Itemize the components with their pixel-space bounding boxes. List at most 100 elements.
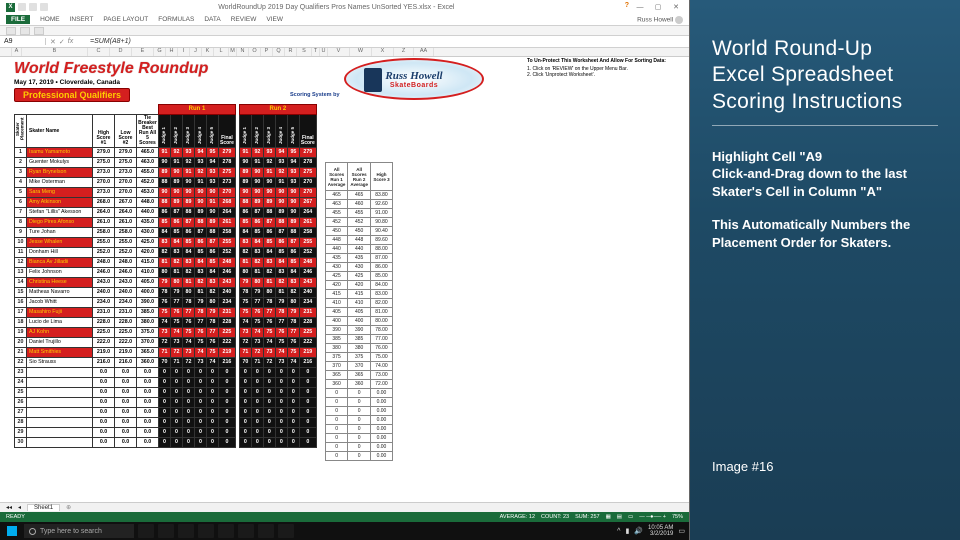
maximize-button[interactable]: ▢ (651, 2, 665, 12)
table-row[interactable]: 10Jesse Whalen255.0255.0425.083848586872… (15, 238, 317, 248)
ribbon-button[interactable] (6, 27, 16, 35)
tab-data[interactable]: DATA (204, 16, 220, 23)
tray-up-icon[interactable]: ^ (617, 528, 620, 535)
taskbar-app-icon[interactable] (178, 524, 194, 538)
table-row[interactable]: 260.00.00.0000000000000 (15, 398, 317, 408)
view-normal-icon[interactable]: ▦ (606, 514, 611, 520)
scores-table[interactable]: Run 1Run 2Skater PlacementSkater NameHig… (14, 104, 317, 448)
cancel-formula-icon[interactable]: ✕ (50, 38, 56, 46)
summary-row[interactable]: 37537575.00 (325, 353, 392, 362)
view-page-layout-icon[interactable]: ▤ (617, 514, 622, 520)
formula-input[interactable]: =SUM(A8+1) (86, 38, 689, 45)
summary-row[interactable]: 42542585.00 (325, 272, 392, 281)
summary-row[interactable]: 45545591.00 (325, 209, 392, 218)
ribbon-button[interactable] (20, 27, 30, 35)
taskbar-taskview-icon[interactable] (158, 524, 174, 538)
qat-undo-icon[interactable] (29, 3, 37, 11)
taskbar-app-icon[interactable] (198, 524, 214, 538)
table-row[interactable]: 280.00.00.0000000000000 (15, 418, 317, 428)
taskbar-cortana-icon[interactable] (138, 524, 154, 538)
summary-row[interactable]: 39039078.00 (325, 326, 392, 335)
table-row[interactable]: 17Masahiro Fujii231.0231.0385.0757677787… (15, 308, 317, 318)
tab-nav-prev-icon[interactable]: ◂ (18, 504, 21, 511)
summary-row[interactable]: 40540581.00 (325, 308, 392, 317)
summary-row[interactable]: 46346092.60 (325, 200, 392, 209)
table-row[interactable]: 21Matt Smithies219.0219.0365.07172737475… (15, 348, 317, 358)
worksheet-grid[interactable]: AB CDE GHIJKL M NOPQRS TU VWX ZAA World … (0, 48, 689, 502)
column-headers[interactable]: AB CDE GHIJKL M NOPQRS TU VWX ZAA (0, 48, 689, 57)
summary-row[interactable]: 000.00 (325, 425, 392, 434)
help-icon[interactable]: ? (625, 2, 629, 12)
summary-row[interactable]: 36536573.00 (325, 371, 392, 380)
tab-page-layout[interactable]: PAGE LAYOUT (103, 16, 148, 23)
tab-view[interactable]: VIEW (266, 16, 283, 23)
table-row[interactable]: 300.00.00.0000000000000 (15, 438, 317, 448)
summary-row[interactable]: 44044088.00 (325, 245, 392, 254)
zoom-slider[interactable]: — ─●── + (639, 514, 666, 520)
ribbon-button[interactable] (34, 27, 44, 35)
signed-in-user[interactable]: Russ Howell (637, 16, 683, 24)
tray-notifications-icon[interactable]: ▭ (678, 527, 685, 535)
summary-row[interactable]: 000.00 (325, 416, 392, 425)
table-row[interactable]: 8Diego Pires Afonso261.0261.0435.0858687… (15, 218, 317, 228)
fx-icon[interactable]: fx (68, 38, 73, 46)
table-row[interactable]: 22Sio Strauss216.0216.0360.0707172737421… (15, 358, 317, 368)
summary-row[interactable]: 000.00 (325, 452, 392, 461)
qat-redo-icon[interactable] (40, 3, 48, 11)
tab-formulas[interactable]: FORMULAS (158, 16, 194, 23)
taskbar-search[interactable]: Type here to search (24, 524, 134, 538)
summary-table[interactable]: All Scores Run 1 AverageAll Scores Run 2… (325, 162, 393, 461)
tray-clock[interactable]: 10:05 AM 3/2/2019 (648, 525, 673, 537)
tab-nav-first-icon[interactable]: ◂◂ (6, 504, 12, 511)
table-row[interactable]: 19AJ Kohn225.0225.0375.07374757677225737… (15, 328, 317, 338)
table-row[interactable]: 14Christina Heese243.0243.0405.079808182… (15, 278, 317, 288)
summary-row[interactable]: 40040080.00 (325, 317, 392, 326)
sheet-tab-1[interactable]: Sheet1 (27, 504, 60, 511)
summary-row[interactable]: 000.00 (325, 434, 392, 443)
table-row[interactable]: 13Felix Johnson246.0246.0410.08081828384… (15, 268, 317, 278)
qat-save-icon[interactable] (18, 3, 26, 11)
summary-row[interactable]: 44844889.60 (325, 236, 392, 245)
table-row[interactable]: 250.00.00.0000000000000 (15, 388, 317, 398)
tab-review[interactable]: REVIEW (231, 16, 257, 23)
zoom-level[interactable]: 75% (672, 514, 683, 520)
summary-row[interactable]: 46546583.80 (325, 191, 392, 200)
summary-row[interactable]: 42042084.00 (325, 281, 392, 290)
tab-file[interactable]: FILE (6, 15, 30, 24)
summary-row[interactable]: 45245290.80 (325, 218, 392, 227)
table-row[interactable]: 15Matheas Navarro240.0240.0400.078798081… (15, 288, 317, 298)
table-row[interactable]: 6Amy Atkinson268.0267.0448.0888989909126… (15, 198, 317, 208)
start-button[interactable] (4, 524, 20, 538)
enter-formula-icon[interactable]: ✓ (59, 38, 65, 46)
summary-row[interactable]: 41041082.00 (325, 299, 392, 308)
summary-row[interactable]: 38538577.00 (325, 335, 392, 344)
taskbar-app-icon[interactable] (278, 524, 294, 538)
taskbar-app-icon[interactable] (238, 524, 254, 538)
minimize-button[interactable]: — (633, 2, 647, 12)
table-row[interactable]: 16Jacob Whitt234.0234.0390.0767778798023… (15, 298, 317, 308)
summary-row[interactable]: 45045090.40 (325, 227, 392, 236)
summary-row[interactable]: 43543587.00 (325, 254, 392, 263)
table-row[interactable]: 7Stefan "Lillis" Akesson264.0264.0440.08… (15, 208, 317, 218)
name-box[interactable]: A9 (0, 38, 46, 45)
table-row[interactable]: 9Ture Johan258.0258.0430.084858687882588… (15, 228, 317, 238)
table-row[interactable]: 2Guenter Mokulys275.0275.0463.0909192939… (15, 158, 317, 168)
table-row[interactable]: 5Sara Meng273.0270.0453.0909090909027090… (15, 188, 317, 198)
view-page-break-icon[interactable]: ▭ (628, 514, 633, 520)
summary-row[interactable]: 38038076.00 (325, 344, 392, 353)
table-row[interactable]: 290.00.00.0000000000000 (15, 428, 317, 438)
summary-row[interactable]: 43043086.00 (325, 263, 392, 272)
tray-network-icon[interactable]: ▮ (625, 527, 629, 535)
table-row[interactable]: 1Isamu Yamamoto279.0279.0465.09192939495… (15, 148, 317, 158)
table-row[interactable]: 20Daniel Trujillo222.0222.0370.072737475… (15, 338, 317, 348)
summary-row[interactable]: 41541583.00 (325, 290, 392, 299)
tray-volume-icon[interactable]: 🔊 (634, 527, 643, 535)
summary-row[interactable]: 36036072.00 (325, 380, 392, 389)
table-row[interactable]: 270.00.00.0000000000000 (15, 408, 317, 418)
table-row[interactable]: 18Lucio de Lima228.0228.0380.07475767778… (15, 318, 317, 328)
summary-row[interactable]: 000.00 (325, 398, 392, 407)
table-row[interactable]: 230.00.00.0000000000000 (15, 368, 317, 378)
new-sheet-icon[interactable]: ⊕ (66, 504, 71, 511)
table-row[interactable]: 240.00.00.0000000000000 (15, 378, 317, 388)
table-row[interactable]: 11Donham Hill252.0252.0420.0828384858625… (15, 248, 317, 258)
